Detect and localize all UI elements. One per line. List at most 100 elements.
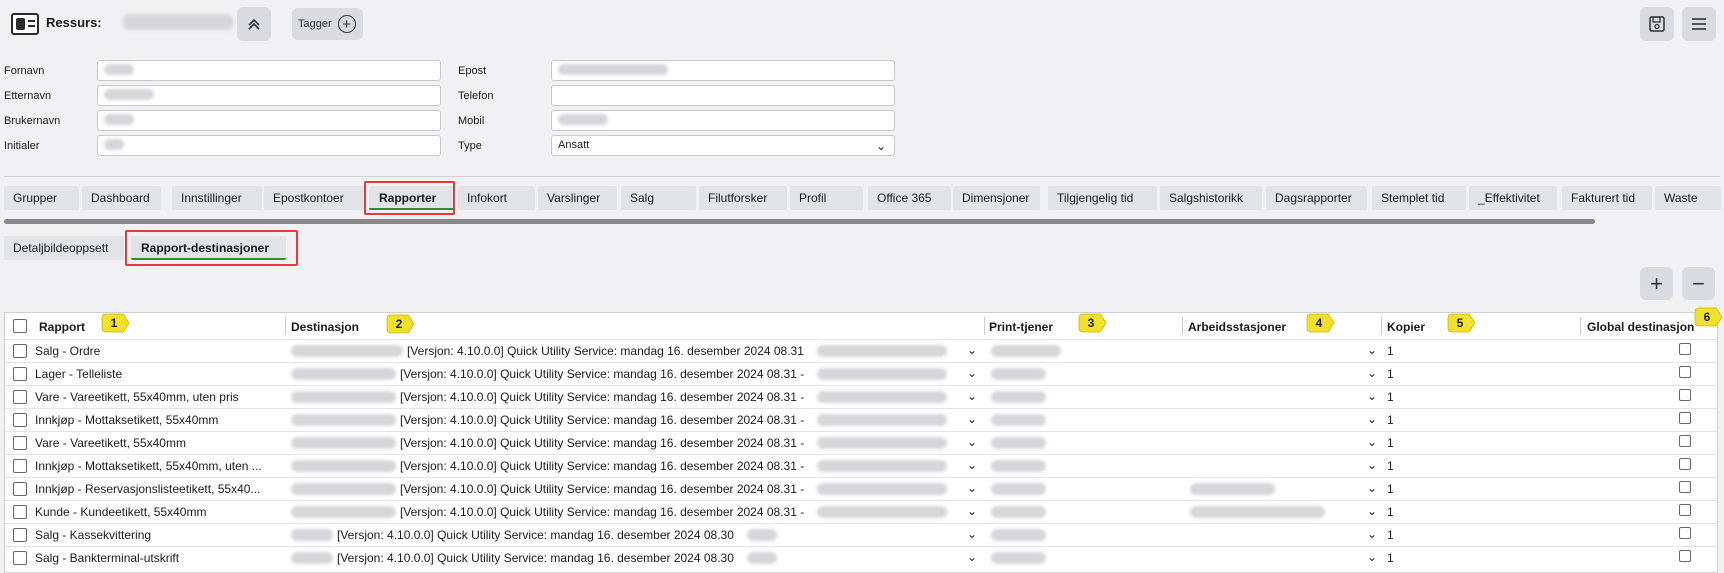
row-checkbox[interactable] <box>13 344 27 358</box>
add-button[interactable]: + <box>1640 267 1673 300</box>
remove-button[interactable]: − <box>1682 267 1715 300</box>
kopier-cell[interactable]: 1 <box>1387 390 1394 404</box>
global-destinasjon-checkbox[interactable] <box>1679 343 1691 355</box>
tab-office-365[interactable]: Office 365 <box>868 186 951 210</box>
row-checkbox[interactable] <box>13 367 27 381</box>
row-checkbox[interactable] <box>13 505 27 519</box>
table-row[interactable]: Salg - Kassekvittering [Versjon: 4.10.0.0… <box>5 523 1717 546</box>
tab-dashboard[interactable]: Dashboard <box>82 186 161 210</box>
table-row[interactable]: Innkjøp - Mottaksetikett, 55x40mm, uten … <box>5 454 1717 477</box>
tags-button[interactable]: Tagger + <box>292 8 363 40</box>
tab-salgshistorikk[interactable]: Salgshistorikk <box>1160 186 1262 210</box>
tab-epostkontoer[interactable]: Epostkontoer <box>264 186 364 210</box>
chevron-down-icon[interactable]: ⌄ <box>1367 550 1377 564</box>
chevron-down-icon[interactable]: ⌄ <box>967 550 977 564</box>
mobil-field[interactable] <box>551 110 895 131</box>
tab-salg[interactable]: Salg <box>621 186 696 210</box>
row-checkbox[interactable] <box>13 390 27 404</box>
table-row[interactable]: Vare - Vareetikett, 55x40mm, uten pris [V… <box>5 385 1717 408</box>
column-header-destinasjon[interactable]: Destinasjon <box>291 313 359 339</box>
global-destinasjon-checkbox[interactable] <box>1679 504 1691 516</box>
chevron-down-icon[interactable]: ⌄ <box>1367 343 1377 357</box>
chevron-down-icon[interactable]: ⌄ <box>967 458 977 472</box>
kopier-cell[interactable]: 1 <box>1387 367 1394 381</box>
epost-field[interactable] <box>551 60 895 81</box>
select-all-checkbox[interactable] <box>13 319 27 333</box>
column-header-arbeidsstasjoner[interactable]: Arbeidsstasjoner <box>1188 313 1286 339</box>
destinasjon-select[interactable]: [Versjon: 4.10.0.0] Quick Utility Servic… <box>407 344 804 358</box>
kopier-cell[interactable]: 1 <box>1387 505 1394 519</box>
brukernavn-field[interactable] <box>97 110 441 131</box>
chevron-down-icon[interactable]: ⌄ <box>1367 527 1377 541</box>
save-button[interactable] <box>1640 7 1674 41</box>
kopier-cell[interactable]: 1 <box>1387 551 1394 565</box>
global-destinasjon-checkbox[interactable] <box>1679 366 1691 378</box>
kopier-cell[interactable]: 1 <box>1387 344 1394 358</box>
chevron-down-icon[interactable]: ⌄ <box>967 527 977 541</box>
tab-varslinger[interactable]: Varslinger <box>538 186 617 210</box>
chevron-down-icon[interactable]: ⌄ <box>1367 435 1377 449</box>
telefon-field[interactable] <box>551 85 895 106</box>
chevron-down-icon[interactable]: ⌄ <box>1367 366 1377 380</box>
table-row[interactable]: Innkjøp - Mottaksetikett, 55x40mm [Versjo… <box>5 408 1717 431</box>
row-checkbox[interactable] <box>13 482 27 496</box>
collapse-button[interactable] <box>237 7 271 41</box>
initialer-field[interactable] <box>97 135 441 156</box>
global-destinasjon-checkbox[interactable] <box>1679 527 1691 539</box>
destinasjon-select[interactable]: [Versjon: 4.10.0.0] Quick Utility Servic… <box>400 390 804 404</box>
destinasjon-select[interactable]: [Versjon: 4.10.0.0] Quick Utility Servic… <box>400 436 804 450</box>
tab-waste[interactable]: Waste <box>1655 186 1721 210</box>
tabs-scrollbar[interactable] <box>4 219 1595 224</box>
destinasjon-select[interactable]: [Versjon: 4.10.0.0] Quick Utility Servic… <box>400 482 804 496</box>
type-select[interactable]: Ansatt ⌄ <box>551 135 895 156</box>
global-destinasjon-checkbox[interactable] <box>1679 550 1691 562</box>
row-checkbox[interactable] <box>13 436 27 450</box>
chevron-down-icon[interactable]: ⌄ <box>967 343 977 357</box>
table-row[interactable]: Vare - Vareetikett, 55x40mm [Versjon: 4.1… <box>5 431 1717 454</box>
kopier-cell[interactable]: 1 <box>1387 482 1394 496</box>
global-destinasjon-checkbox[interactable] <box>1679 435 1691 447</box>
tab-stemplet-tid[interactable]: Stemplet tid <box>1372 186 1466 210</box>
table-row[interactable]: Salg - Ordre [Versjon: 4.10.0.0] Quick Ut… <box>5 339 1717 362</box>
chevron-down-icon[interactable]: ⌄ <box>967 435 977 449</box>
kopier-cell[interactable]: 1 <box>1387 413 1394 427</box>
chevron-down-icon[interactable]: ⌄ <box>967 366 977 380</box>
kopier-cell[interactable]: 1 <box>1387 528 1394 542</box>
fornavn-field[interactable] <box>97 60 441 81</box>
tab-effektivitet[interactable]: _Effektivitet <box>1469 186 1557 210</box>
chevron-down-icon[interactable]: ⌄ <box>1367 412 1377 426</box>
column-header-rapport[interactable]: Rapport <box>39 313 85 339</box>
chevron-down-icon[interactable]: ⌄ <box>1367 504 1377 518</box>
menu-button[interactable] <box>1682 7 1716 41</box>
tab-dimensjoner[interactable]: Dimensjoner <box>953 186 1040 210</box>
kopier-cell[interactable]: 1 <box>1387 459 1394 473</box>
table-row[interactable]: Salg - Bankterminal-utskrift [Versjon: 4.… <box>5 546 1717 569</box>
chevron-down-icon[interactable]: ⌄ <box>967 481 977 495</box>
tab-innstillinger[interactable]: Innstillinger <box>172 186 262 210</box>
table-row[interactable]: Kunde - Kundeetikett, 55x40mm [Versjon: 4… <box>5 500 1717 523</box>
column-header-global-destinasjon[interactable]: Global destinasjon <box>1587 313 1694 339</box>
destinasjon-select[interactable]: [Versjon: 4.10.0.0] Quick Utility Servic… <box>337 528 734 542</box>
global-destinasjon-checkbox[interactable] <box>1679 481 1691 493</box>
tab-infokort[interactable]: Infokort <box>458 186 535 210</box>
tab-grupper[interactable]: Grupper <box>4 186 79 210</box>
tab-fakturert-tid[interactable]: Fakturert tid <box>1562 186 1652 210</box>
destinasjon-select[interactable]: [Versjon: 4.10.0.0] Quick Utility Servic… <box>400 459 804 473</box>
row-checkbox[interactable] <box>13 413 27 427</box>
etternavn-field[interactable] <box>97 85 441 106</box>
global-destinasjon-checkbox[interactable] <box>1679 412 1691 424</box>
chevron-down-icon[interactable]: ⌄ <box>1367 389 1377 403</box>
tab-filutforsker[interactable]: Filutforsker <box>699 186 787 210</box>
chevron-down-icon[interactable]: ⌄ <box>967 412 977 426</box>
tab-tilgjengelig-tid[interactable]: Tilgjengelig tid <box>1048 186 1157 210</box>
chevron-down-icon[interactable]: ⌄ <box>967 504 977 518</box>
destinasjon-select[interactable]: [Versjon: 4.10.0.0] Quick Utility Servic… <box>337 551 734 565</box>
destinasjon-select[interactable]: [Versjon: 4.10.0.0] Quick Utility Servic… <box>400 367 804 381</box>
kopier-cell[interactable]: 1 <box>1387 436 1394 450</box>
chevron-down-icon[interactable]: ⌄ <box>967 389 977 403</box>
chevron-down-icon[interactable]: ⌄ <box>1367 481 1377 495</box>
destinasjon-select[interactable]: [Versjon: 4.10.0.0] Quick Utility Servic… <box>400 505 804 519</box>
subtab-detaljbildeoppsett[interactable]: Detaljbildeoppsett <box>4 236 124 260</box>
table-row[interactable]: Innkjøp - Reservasjonslisteetikett, 55x4… <box>5 477 1717 500</box>
column-header-print-tjener[interactable]: Print-tjener <box>989 313 1053 339</box>
